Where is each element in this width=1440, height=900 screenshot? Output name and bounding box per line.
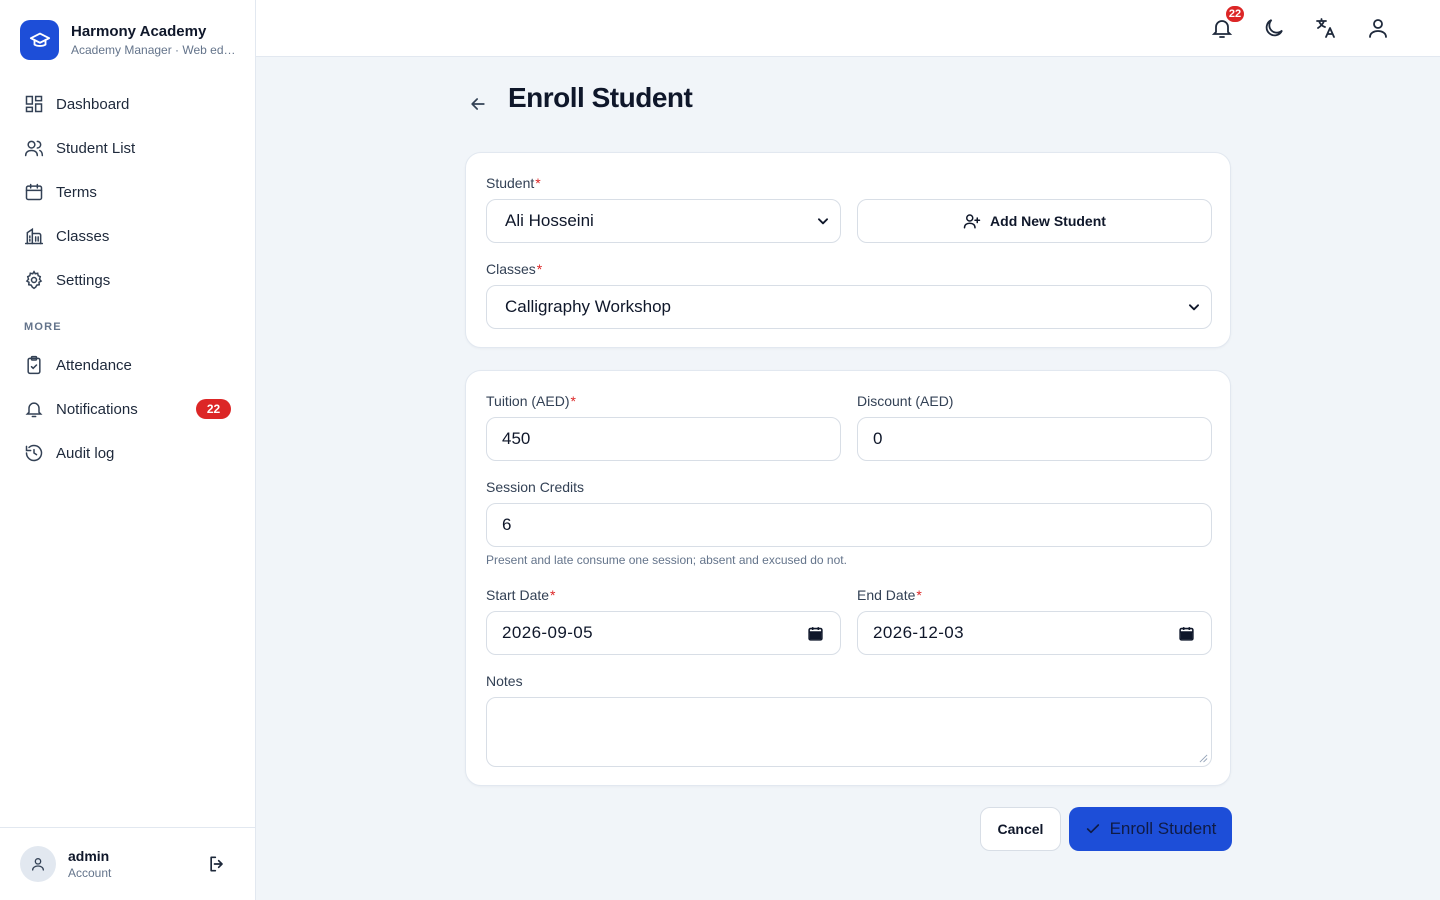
dashboard-icon <box>24 94 44 114</box>
notes-textarea[interactable] <box>486 697 1212 767</box>
session-credits-hint: Present and late consume one session; ab… <box>486 553 847 567</box>
history-icon <box>24 443 44 463</box>
building-icon <box>24 226 44 246</box>
end-date-input[interactable]: 2026-12-03 <box>857 611 1212 655</box>
sidebar-item-student-list[interactable]: Student List <box>12 126 243 170</box>
page-title: Enroll Student <box>508 82 693 113</box>
discount-input[interactable]: 0 <box>857 417 1212 461</box>
student-class-card: Student* Ali Hosseini Add New Student Cl… <box>465 152 1231 348</box>
users-icon <box>24 138 44 158</box>
classes-label: Classes* <box>486 261 543 277</box>
back-arrow-icon[interactable] <box>468 94 488 114</box>
topbar: 22 <box>256 0 1440 57</box>
sidebar-item-label: Attendance <box>56 356 132 374</box>
notifications-badge: 22 <box>196 399 231 419</box>
chevron-down-icon <box>816 214 830 228</box>
calendar-icon[interactable] <box>1178 625 1195 642</box>
resize-handle-icon[interactable] <box>1199 754 1208 763</box>
sidebar-item-label: Classes <box>56 227 110 245</box>
sidebar-item-dashboard[interactable]: Dashboard <box>12 82 243 126</box>
sidebar-item-settings[interactable]: Settings <box>12 258 243 302</box>
cancel-button[interactable]: Cancel <box>980 807 1061 851</box>
sidebar-item-audit-log[interactable]: Audit log <box>12 431 243 475</box>
user-plus-icon <box>963 212 981 230</box>
student-label: Student* <box>486 175 541 191</box>
session-credits-input[interactable]: 6 <box>486 503 1212 547</box>
main-nav: Dashboard Student List Terms Classes Set… <box>12 82 243 302</box>
sidebar-item-label: Audit log <box>56 444 115 462</box>
notes-label: Notes <box>486 673 523 689</box>
clipboard-icon <box>24 355 44 375</box>
brand[interactable]: Harmony Academy Academy Manager · Web ed… <box>20 20 236 60</box>
more-nav: Attendance Notifications 22 Audit log <box>12 343 243 475</box>
tuition-input[interactable]: 450 <box>486 417 841 461</box>
classes-select[interactable]: Calligraphy Workshop <box>486 285 1212 329</box>
student-select[interactable]: Ali Hosseini <box>486 199 841 243</box>
start-date-label: Start Date* <box>486 587 556 603</box>
sidebar-item-label: Notifications <box>56 400 138 418</box>
sidebar-item-label: Terms <box>56 183 97 201</box>
brand-subtitle: Academy Manager · Web edition <box>71 43 236 57</box>
sidebar-item-label: Dashboard <box>56 95 130 113</box>
sidebar-item-notifications[interactable]: Notifications 22 <box>12 387 243 431</box>
discount-label: Discount (AED) <box>857 393 954 409</box>
section-label-more: MORE <box>24 321 62 333</box>
session-credits-label: Session Credits <box>486 479 585 495</box>
enrollment-details-card: Tuition (AED)* 450 Discount (AED) 0 Sess… <box>465 370 1231 786</box>
avatar[interactable] <box>20 846 56 882</box>
chevron-down-icon <box>1187 300 1201 314</box>
gear-icon <box>24 270 44 290</box>
sidebar-item-label: Student List <box>56 139 136 157</box>
sidebar: Harmony Academy Academy Manager · Web ed… <box>0 0 256 900</box>
tuition-label: Tuition (AED)* <box>486 393 576 409</box>
calendar-icon[interactable] <box>807 625 824 642</box>
account-role: Account <box>68 866 112 880</box>
sidebar-item-attendance[interactable]: Attendance <box>12 343 243 387</box>
logout-icon[interactable] <box>207 854 227 874</box>
user-icon[interactable] <box>1366 16 1390 40</box>
enroll-student-button[interactable]: Enroll Student <box>1069 807 1232 851</box>
start-date-input[interactable]: 2026-09-05 <box>486 611 841 655</box>
bell-icon <box>24 399 44 419</box>
graduation-cap-icon <box>20 20 59 60</box>
moon-icon[interactable] <box>1262 16 1286 40</box>
account-panel: admin Account <box>0 827 255 900</box>
add-new-student-button[interactable]: Add New Student <box>857 199 1212 243</box>
calendar-icon <box>24 182 44 202</box>
brand-name: Harmony Academy <box>71 23 207 40</box>
account-name: admin <box>68 848 110 864</box>
sidebar-item-classes[interactable]: Classes <box>12 214 243 258</box>
notification-count-badge: 22 <box>1224 4 1246 24</box>
check-icon <box>1085 821 1101 837</box>
sidebar-item-terms[interactable]: Terms <box>12 170 243 214</box>
sidebar-item-label: Settings <box>56 271 111 289</box>
translate-icon[interactable] <box>1314 16 1338 40</box>
end-date-label: End Date* <box>857 587 922 603</box>
